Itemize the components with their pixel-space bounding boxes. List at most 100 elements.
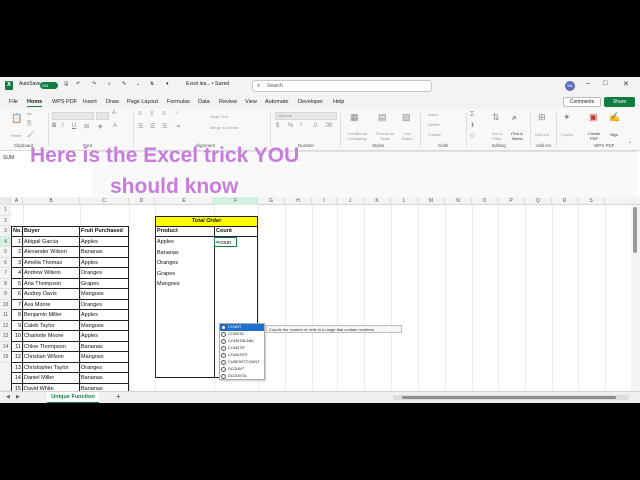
autocomplete-item[interactable]: COUNTIFS xyxy=(220,352,264,359)
tab-developer[interactable]: Developer xyxy=(298,99,323,105)
table-header[interactable]: Fruit Purchased xyxy=(80,226,128,237)
table-cell[interactable]: Oranges xyxy=(80,363,128,373)
order-header-product[interactable]: Product xyxy=(156,226,214,237)
select-all-corner[interactable] xyxy=(0,197,11,205)
table-cell[interactable]: Oranges xyxy=(80,300,128,310)
order-product[interactable]: Grapes xyxy=(156,269,213,280)
table-cell[interactable]: 8 xyxy=(12,310,23,321)
tab-insert[interactable]: Insert xyxy=(83,99,97,105)
bold-icon[interactable]: B xyxy=(52,123,56,129)
autocomplete-item[interactable]: CUBESETCOUNT xyxy=(220,359,264,366)
sort-icon[interactable]: ⇅ xyxy=(150,81,154,87)
customize-qat-icon[interactable]: ▾ xyxy=(166,81,169,87)
increase-decimal-icon[interactable]: .0 xyxy=(312,123,317,129)
autocomplete-item[interactable]: COUNTBLANK xyxy=(220,338,264,345)
tab-page-layout[interactable]: Page Layout xyxy=(127,99,158,105)
insert-cells-button[interactable]: Insert xyxy=(428,112,438,117)
column-header[interactable]: N xyxy=(445,197,472,205)
tab-help[interactable]: Help xyxy=(333,99,344,105)
table-cell[interactable]: 11 xyxy=(12,341,23,352)
italic-icon[interactable]: I xyxy=(62,123,64,129)
tab-formulas[interactable]: Formulas xyxy=(167,99,190,105)
tab-review[interactable]: Review xyxy=(219,99,237,105)
column-header[interactable]: P xyxy=(498,197,525,205)
collapse-ribbon-icon[interactable]: ⌄ xyxy=(628,139,632,145)
table-cell[interactable]: 7 xyxy=(12,299,23,310)
sheet-tab[interactable]: Unique Function xyxy=(47,392,99,403)
table-cell[interactable]: 9 xyxy=(12,320,23,331)
column-header[interactable]: L xyxy=(391,197,418,205)
table-cell[interactable]: Charlotte Moore xyxy=(23,331,80,342)
autocomplete-item[interactable]: COUNT xyxy=(220,324,264,331)
undo-icon[interactable]: ↶ xyxy=(76,81,80,87)
indent-icon[interactable]: ⇥ xyxy=(175,123,180,130)
align-left-icon[interactable]: ☰ xyxy=(138,123,143,130)
fill-icon[interactable]: ⬇ xyxy=(470,122,475,129)
table-cell[interactable]: Bananas xyxy=(80,373,128,384)
number-format-select[interactable]: General xyxy=(275,112,337,120)
sort-filter-icon[interactable]: ⇅ xyxy=(492,112,500,123)
table-cell[interactable]: 1 xyxy=(12,236,23,247)
format-cells-button[interactable]: Format xyxy=(428,132,441,137)
table-cell[interactable]: Bananas xyxy=(80,342,128,352)
row-header[interactable]: 14 xyxy=(0,341,11,352)
table-cell[interactable]: Apples xyxy=(80,310,128,321)
row-header[interactable]: 9 xyxy=(0,289,11,300)
autocomplete-item[interactable]: COUNTIF xyxy=(220,345,264,352)
comments-button[interactable]: Comments xyxy=(563,97,601,107)
order-product[interactable]: Mangoes xyxy=(156,279,213,290)
table-cell[interactable]: Aria Thompson xyxy=(23,278,80,289)
table-cell[interactable]: 14 xyxy=(12,373,23,384)
row-header[interactable]: 12 xyxy=(0,320,11,331)
clear-icon[interactable]: ◇ xyxy=(470,132,475,139)
orientation-icon[interactable]: ⟋ xyxy=(175,111,179,118)
quick-access-more-icon[interactable]: ⌄ xyxy=(136,81,140,87)
table-cell[interactable]: Grapes xyxy=(80,279,128,289)
table-cell[interactable]: 13 xyxy=(12,362,23,373)
table-cell[interactable]: Ava Moore xyxy=(23,299,80,310)
column-header-active[interactable]: F xyxy=(214,197,258,205)
table-cell[interactable]: Mangoes xyxy=(80,321,128,331)
tab-wps-pdf[interactable]: WPS PDF xyxy=(52,99,77,105)
prev-sheet-icon[interactable]: ◀ xyxy=(6,394,10,400)
font-color-icon[interactable]: A xyxy=(113,123,117,129)
order-product[interactable]: Apples xyxy=(156,237,213,248)
underline-icon[interactable]: U xyxy=(72,123,76,129)
conditional-formatting-icon[interactable]: ▦ xyxy=(350,112,359,123)
copilot-icon[interactable]: ✦ xyxy=(563,112,571,123)
autocomplete-item[interactable]: DCOUNT xyxy=(220,366,264,373)
table-cell[interactable]: Daniel Miller xyxy=(23,373,80,384)
save-icon[interactable]: 🖫 xyxy=(64,81,68,89)
tab-home[interactable]: Home xyxy=(27,99,43,107)
row-header[interactable]: 13 xyxy=(0,331,11,342)
column-header[interactable]: A xyxy=(11,197,23,205)
copy-icon[interactable]: ⎘ xyxy=(27,121,32,128)
row-header[interactable]: 10 xyxy=(0,299,11,310)
table-cell[interactable]: Caleb Taylor xyxy=(23,320,80,331)
cut-icon[interactable]: ✂ xyxy=(27,111,32,118)
align-top-icon[interactable]: ≡ xyxy=(138,111,142,117)
table-cell[interactable]: 5 xyxy=(12,278,23,289)
table-cell[interactable]: Christian Wilson xyxy=(23,352,80,363)
sign-icon[interactable]: ✍ xyxy=(609,112,620,123)
row-header[interactable]: 5 xyxy=(0,247,11,258)
column-header[interactable]: J xyxy=(337,197,364,205)
font-size-select[interactable] xyxy=(96,112,109,120)
row-header[interactable]: 11 xyxy=(0,310,11,321)
table-cell[interactable]: 2 xyxy=(12,247,23,258)
table-cell[interactable]: 4 xyxy=(12,268,23,279)
autocomplete-item[interactable]: DCOUNTA xyxy=(220,373,264,380)
delete-cells-button[interactable]: Delete xyxy=(428,122,440,127)
table-cell[interactable]: 10 xyxy=(12,331,23,342)
table-cell[interactable]: Apples xyxy=(80,258,128,268)
table-cell[interactable]: 3 xyxy=(12,257,23,268)
table-cell[interactable]: Oranges xyxy=(80,268,128,279)
next-sheet-icon[interactable]: ▶ xyxy=(16,394,20,400)
row-header[interactable]: 15 xyxy=(0,352,11,363)
active-cell-formula[interactable]: =coun xyxy=(214,236,237,247)
column-header[interactable]: R xyxy=(552,197,578,205)
column-header[interactable]: B xyxy=(23,197,80,205)
create-pdf-icon[interactable]: ▣ xyxy=(589,112,598,123)
table-cell[interactable]: Apples xyxy=(80,331,128,342)
column-header[interactable]: Q xyxy=(525,197,552,205)
